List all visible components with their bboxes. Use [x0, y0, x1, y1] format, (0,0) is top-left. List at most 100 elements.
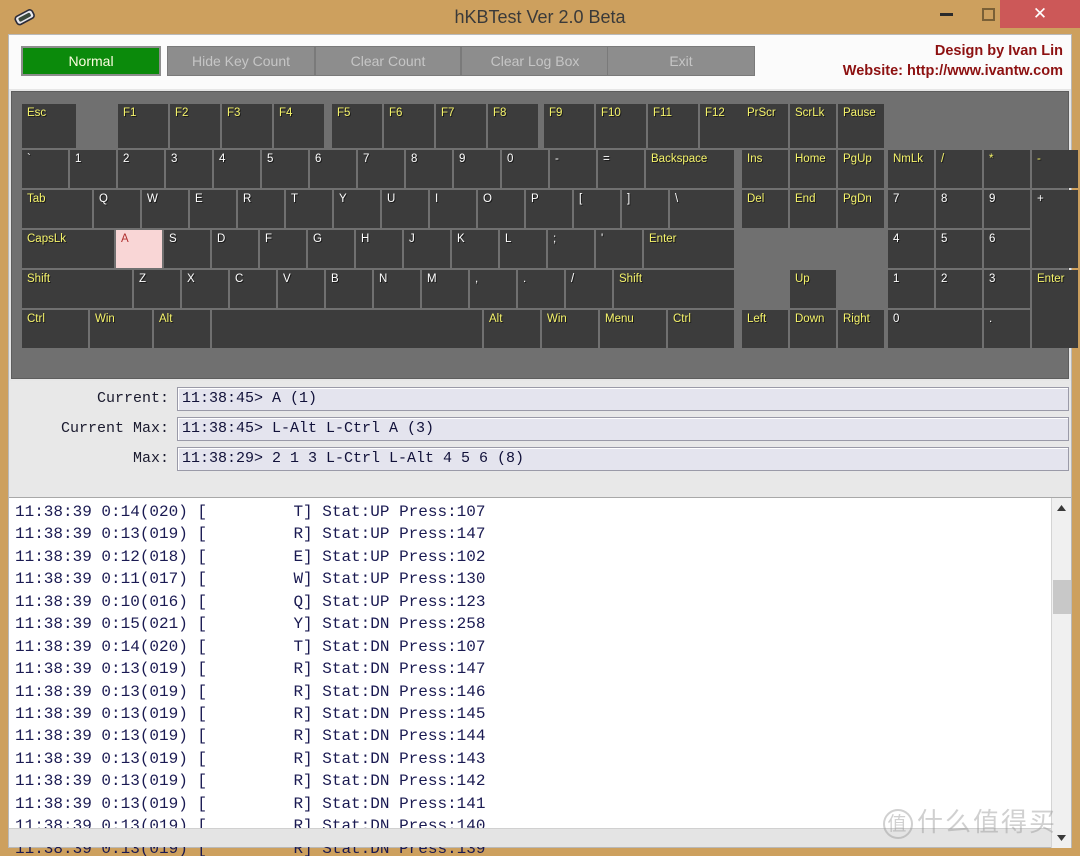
key-nmlk[interactable]: NmLk — [888, 150, 934, 188]
key-y[interactable]: Y — [334, 190, 380, 228]
key-2[interactable]: 2 — [936, 270, 982, 308]
key-f3[interactable]: F3 — [222, 104, 272, 148]
key-minus[interactable]: - — [1032, 150, 1078, 188]
key-scrlk[interactable]: ScrLk — [790, 104, 836, 148]
log-vertical-scrollbar[interactable] — [1051, 498, 1071, 848]
key-c[interactable]: C — [230, 270, 276, 308]
key-plus[interactable]: + — [1032, 190, 1078, 268]
key-period[interactable]: . — [518, 270, 564, 308]
key-e[interactable]: E — [190, 190, 236, 228]
key-ins[interactable]: Ins — [742, 150, 788, 188]
key-h[interactable]: H — [356, 230, 402, 268]
log-box[interactable]: 11:38:39 0:14(020) [ T] Stat:UP Press:10… — [9, 497, 1071, 856]
key-z[interactable]: Z — [134, 270, 180, 308]
key-rbracket[interactable]: ] — [622, 190, 668, 228]
key-f8[interactable]: F8 — [488, 104, 538, 148]
key-0[interactable]: 0 — [888, 310, 982, 348]
key-6[interactable]: 6 — [310, 150, 356, 188]
key-5[interactable]: 5 — [936, 230, 982, 268]
key-4[interactable]: 4 — [214, 150, 260, 188]
key-1[interactable]: 1 — [70, 150, 116, 188]
key-u[interactable]: U — [382, 190, 428, 228]
key-prscr[interactable]: PrScr — [742, 104, 788, 148]
key-3[interactable]: 3 — [166, 150, 212, 188]
key-comma[interactable]: , — [470, 270, 516, 308]
key-asterisk[interactable]: * — [984, 150, 1030, 188]
key-ctrl[interactable]: Ctrl — [668, 310, 734, 348]
key-g[interactable]: G — [308, 230, 354, 268]
key-alt[interactable]: Alt — [484, 310, 540, 348]
key-pause[interactable]: Pause — [838, 104, 884, 148]
key-n[interactable]: N — [374, 270, 420, 308]
key-up[interactable]: Up — [790, 270, 836, 308]
key-9[interactable]: 9 — [984, 190, 1030, 228]
minimize-button[interactable] — [926, 0, 966, 28]
key-j[interactable]: J — [404, 230, 450, 268]
key-f7[interactable]: F7 — [436, 104, 486, 148]
key-alt[interactable]: Alt — [154, 310, 210, 348]
key-o[interactable]: O — [478, 190, 524, 228]
key-f2[interactable]: F2 — [170, 104, 220, 148]
key-d[interactable]: D — [212, 230, 258, 268]
clear-log-box-button[interactable]: Clear Log Box — [461, 46, 609, 76]
key-m[interactable]: M — [422, 270, 468, 308]
key-win[interactable]: Win — [90, 310, 152, 348]
key-minus[interactable]: - — [550, 150, 596, 188]
key-equals[interactable]: = — [598, 150, 644, 188]
key-quote[interactable]: ' — [596, 230, 642, 268]
key-x[interactable]: X — [182, 270, 228, 308]
key-5[interactable]: 5 — [262, 150, 308, 188]
key-menu[interactable]: Menu — [600, 310, 666, 348]
key-right[interactable]: Right — [838, 310, 884, 348]
key-i[interactable]: I — [430, 190, 476, 228]
key-f10[interactable]: F10 — [596, 104, 646, 148]
key-w[interactable]: W — [142, 190, 188, 228]
key-7[interactable]: 7 — [888, 190, 934, 228]
key-lbracket[interactable]: [ — [574, 190, 620, 228]
key-home[interactable]: Home — [790, 150, 836, 188]
key-f5[interactable]: F5 — [332, 104, 382, 148]
key-3[interactable]: 3 — [984, 270, 1030, 308]
key-7[interactable]: 7 — [358, 150, 404, 188]
key-a[interactable]: A — [116, 230, 162, 268]
key-win[interactable]: Win — [542, 310, 598, 348]
key-f9[interactable]: F9 — [544, 104, 594, 148]
key-f4[interactable]: F4 — [274, 104, 324, 148]
key-1[interactable]: 1 — [888, 270, 934, 308]
key-shift[interactable]: Shift — [22, 270, 132, 308]
key-4[interactable]: 4 — [888, 230, 934, 268]
key-f11[interactable]: F11 — [648, 104, 698, 148]
key-enter[interactable]: Enter — [644, 230, 734, 268]
key-8[interactable]: 8 — [406, 150, 452, 188]
key-tab[interactable]: Tab — [22, 190, 92, 228]
key-2[interactable]: 2 — [118, 150, 164, 188]
key-space[interactable] — [212, 310, 482, 348]
key-0[interactable]: 0 — [502, 150, 548, 188]
key-9[interactable]: 9 — [454, 150, 500, 188]
hide-key-count-button[interactable]: Hide Key Count — [167, 46, 315, 76]
key-s[interactable]: S — [164, 230, 210, 268]
key-pgup[interactable]: PgUp — [838, 150, 884, 188]
key-slash[interactable]: / — [936, 150, 982, 188]
key-enter[interactable]: Enter — [1032, 270, 1078, 348]
key-v[interactable]: V — [278, 270, 324, 308]
key-esc[interactable]: Esc — [22, 104, 76, 148]
key-ctrl[interactable]: Ctrl — [22, 310, 88, 348]
key-k[interactable]: K — [452, 230, 498, 268]
key-end[interactable]: End — [790, 190, 836, 228]
key-l[interactable]: L — [500, 230, 546, 268]
key-q[interactable]: Q — [94, 190, 140, 228]
key-left[interactable]: Left — [742, 310, 788, 348]
key-semicolon[interactable]: ; — [548, 230, 594, 268]
key-b[interactable]: B — [326, 270, 372, 308]
key-period[interactable]: . — [984, 310, 1030, 348]
scrollbar-thumb[interactable] — [1053, 580, 1071, 614]
normal-button[interactable]: Normal — [21, 46, 161, 76]
scroll-down-icon[interactable] — [1052, 828, 1071, 848]
scroll-up-icon[interactable] — [1052, 498, 1071, 518]
key-del[interactable]: Del — [742, 190, 788, 228]
exit-button[interactable]: Exit — [607, 46, 755, 76]
clear-count-button[interactable]: Clear Count — [315, 46, 461, 76]
key-backslash[interactable]: \ — [670, 190, 734, 228]
key-backtick[interactable]: ` — [22, 150, 68, 188]
